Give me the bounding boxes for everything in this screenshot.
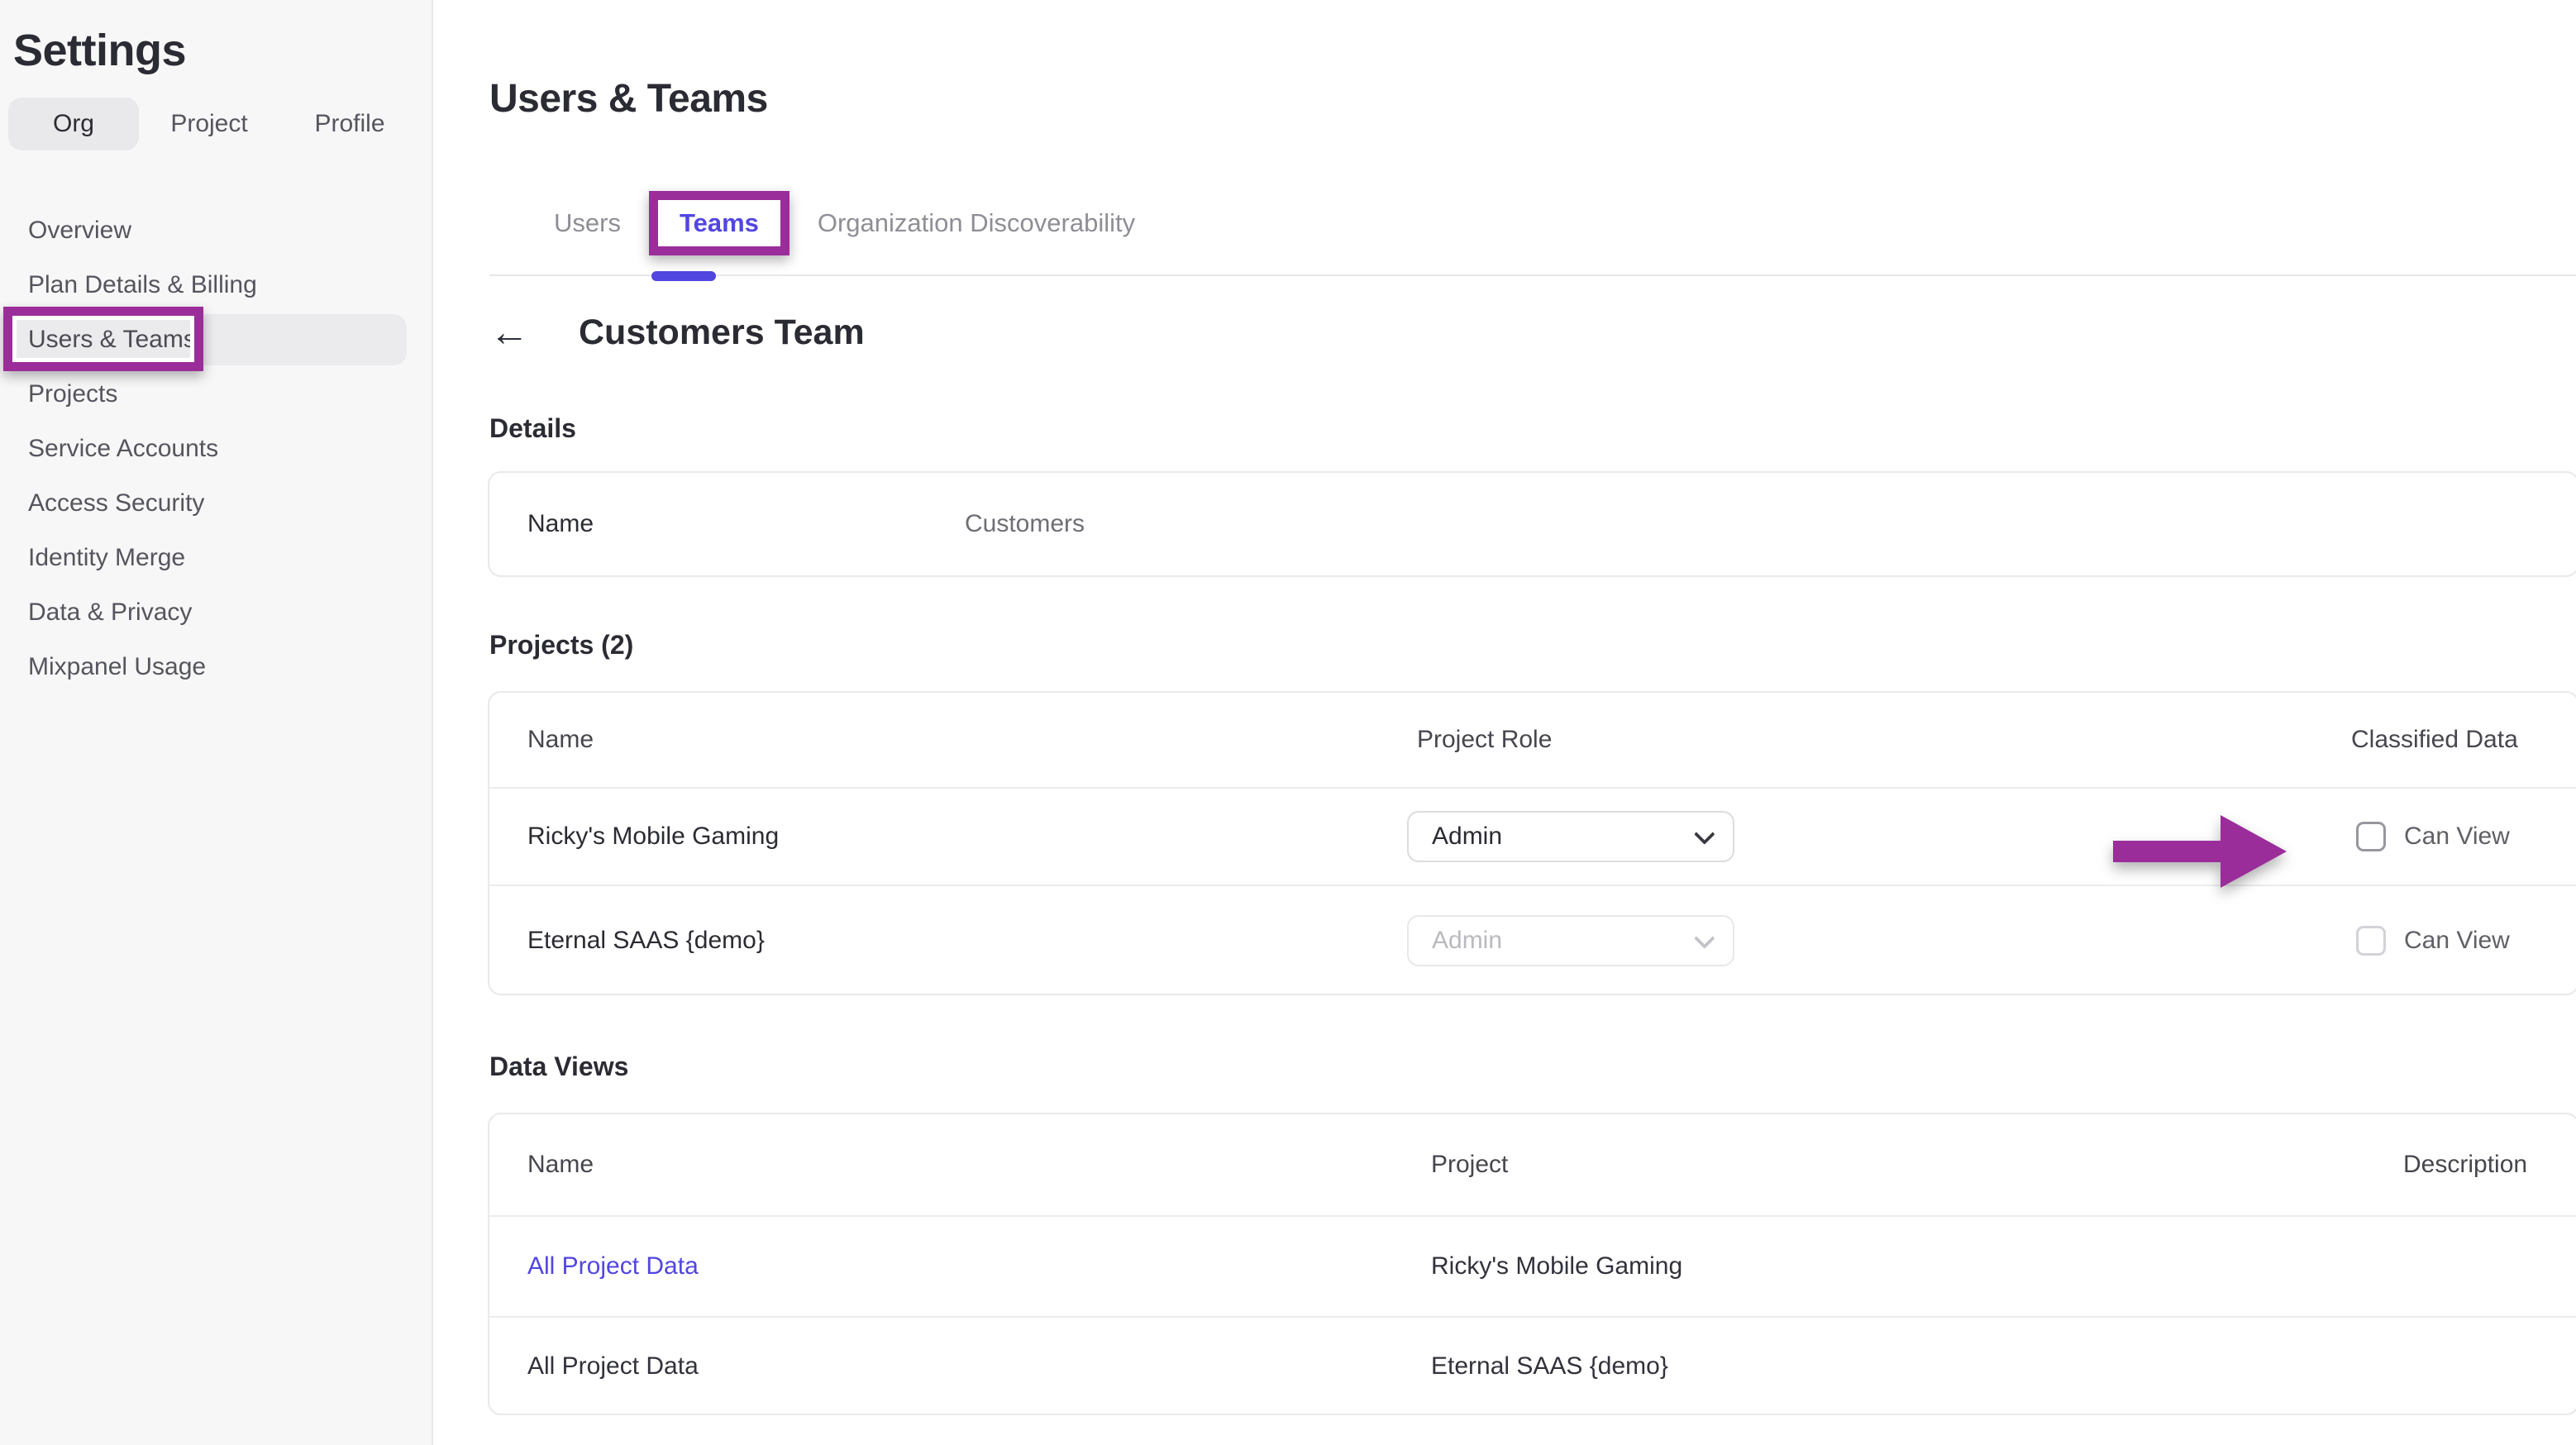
col-name: Name — [489, 1151, 1431, 1179]
table-row: All Project Data Ricky's Mobile Gaming — [489, 1217, 2576, 1316]
can-view-checkbox[interactable] — [2356, 822, 2386, 851]
tabbar-divider — [489, 274, 2576, 276]
projects-header-row: Name Project Role Classified Data — [489, 693, 2576, 787]
annotation-box-teams: Teams — [649, 191, 789, 255]
sidebar-item-projects[interactable]: Projects — [0, 367, 433, 422]
col-classified-data: Classified Data — [2308, 726, 2576, 754]
active-tab-indicator — [651, 271, 716, 281]
col-description: Description — [2355, 1151, 2576, 1179]
data-views-header-row: Name Project Description — [489, 1114, 2576, 1215]
main-content: Users & Teams Users Teams Organization D… — [433, 0, 2576, 1445]
project-name: Eternal SAAS {demo} — [489, 927, 1407, 955]
users-teams-tabbar: Users Teams Organization Discoverability — [489, 197, 2576, 276]
back-arrow-icon[interactable]: ← — [489, 313, 529, 353]
chevron-down-icon — [1694, 928, 1715, 948]
project-name: Ricky's Mobile Gaming — [489, 823, 1407, 851]
chevron-down-icon — [1694, 823, 1715, 844]
col-project: Project — [1431, 1151, 2355, 1179]
sidebar-item-overview[interactable]: Overview — [0, 203, 433, 258]
project-role-select[interactable]: Admin — [1407, 811, 1734, 862]
tab-profile[interactable]: Profile — [279, 110, 420, 138]
can-view-label: Can View — [2404, 823, 2510, 851]
data-view-name: All Project Data — [489, 1352, 1431, 1381]
table-row: Ricky's Mobile Gaming Admin Can View — [489, 789, 2576, 885]
sidebar-item-identity-merge[interactable]: Identity Merge — [0, 531, 433, 585]
sidebar-item-users-teams[interactable]: Users & Teams — [0, 312, 433, 367]
settings-scope-tabs: Org Project Profile — [8, 98, 422, 150]
tab-users[interactable]: Users — [554, 208, 621, 238]
projects-table: Name Project Role Classified Data Ricky'… — [488, 691, 2576, 995]
can-view-label: Can View — [2404, 927, 2510, 955]
table-row: All Project Data Eternal SAAS {demo} — [489, 1318, 2576, 1415]
details-card: Name Customers — [488, 471, 2576, 577]
data-views-heading: Data Views — [489, 1052, 628, 1082]
tab-organization-discoverability[interactable]: Organization Discoverability — [818, 208, 1135, 238]
projects-heading: Projects (2) — [489, 630, 633, 661]
team-title: Customers Team — [579, 312, 865, 353]
data-views-table: Name Project Description All Project Dat… — [488, 1113, 2576, 1415]
sidebar-item-mixpanel-usage[interactable]: Mixpanel Usage — [0, 640, 433, 694]
settings-title: Settings — [13, 25, 186, 76]
col-project-role: Project Role — [1407, 726, 2308, 754]
data-view-link[interactable]: All Project Data — [527, 1252, 699, 1280]
can-view-checkbox[interactable] — [2356, 926, 2386, 956]
details-name-label: Name — [489, 510, 965, 538]
sidebar-item-service-accounts[interactable]: Service Accounts — [0, 422, 433, 476]
sidebar-item-access-security[interactable]: Access Security — [0, 476, 433, 531]
sidebar-item-data-privacy[interactable]: Data & Privacy — [0, 585, 433, 640]
table-row: Eternal SAAS {demo} Admin Can View — [489, 886, 2576, 995]
project-role-select-disabled: Admin — [1407, 915, 1734, 966]
details-heading: Details — [489, 413, 576, 444]
tab-org[interactable]: Org — [8, 98, 139, 150]
tab-project[interactable]: Project — [139, 110, 279, 138]
data-view-project: Ricky's Mobile Gaming — [1431, 1252, 2355, 1280]
details-name-value: Customers — [965, 510, 2576, 538]
data-view-project: Eternal SAAS {demo} — [1431, 1352, 2355, 1381]
settings-nav: Overview Plan Details & Billing Users & … — [0, 203, 433, 694]
tab-teams[interactable]: Teams — [680, 208, 759, 237]
settings-sidebar: Settings Org Project Profile Overview Pl… — [0, 0, 433, 1445]
sidebar-item-plan-details-billing[interactable]: Plan Details & Billing — [0, 258, 433, 312]
page-title: Users & Teams — [489, 76, 768, 122]
col-name: Name — [489, 726, 1407, 754]
